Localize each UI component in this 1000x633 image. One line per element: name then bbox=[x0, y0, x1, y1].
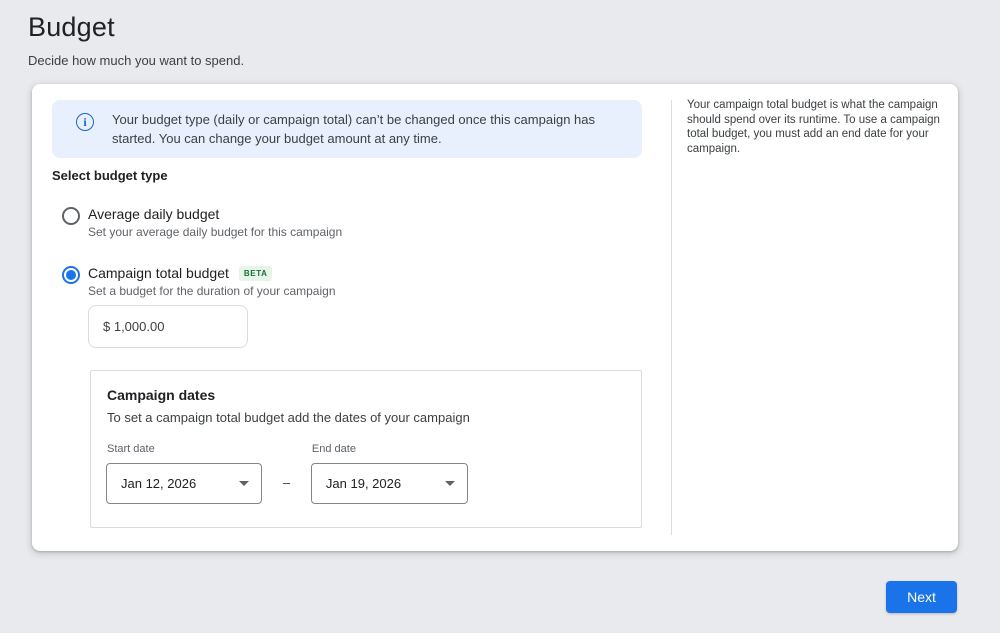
help-panel: Your campaign total budget is what the c… bbox=[687, 98, 953, 156]
radio-option-description: Set a budget for the duration of your ca… bbox=[88, 284, 336, 299]
beta-badge: BETA bbox=[239, 266, 273, 281]
dropdown-arrow-icon bbox=[445, 481, 455, 486]
campaign-dates-description: To set a campaign total budget add the d… bbox=[107, 410, 625, 425]
page-title: Budget bbox=[28, 12, 244, 43]
campaign-dates-fields: Start date Jan 12, 2026 – End date Jan 1… bbox=[106, 443, 625, 504]
end-date-select[interactable]: Jan 19, 2026 bbox=[311, 463, 468, 504]
dropdown-arrow-icon bbox=[239, 481, 249, 486]
end-date-field: End date Jan 19, 2026 bbox=[311, 443, 468, 504]
radio-option-label: Average daily budget bbox=[88, 206, 219, 223]
help-panel-text: Your campaign total budget is what the c… bbox=[687, 98, 953, 156]
campaign-dates-heading: Campaign dates bbox=[107, 387, 625, 403]
page-subtitle: Decide how much you want to spend. bbox=[28, 53, 244, 68]
info-banner: i Your budget type (daily or campaign to… bbox=[52, 100, 642, 158]
budget-card: i Your budget type (daily or campaign to… bbox=[32, 84, 958, 551]
campaign-dates-card: Campaign dates To set a campaign total b… bbox=[90, 370, 642, 528]
page-header: Budget Decide how much you want to spend… bbox=[28, 12, 244, 68]
start-date-field: Start date Jan 12, 2026 bbox=[106, 443, 262, 504]
radio-option-campaign-total-budget[interactable]: Campaign total budget BETA Set a budget … bbox=[62, 265, 336, 299]
radio-selected-icon[interactable] bbox=[62, 266, 80, 284]
budget-type-heading: Select budget type bbox=[52, 168, 168, 183]
radio-option-text: Campaign total budget BETA Set a budget … bbox=[88, 265, 336, 299]
start-date-select[interactable]: Jan 12, 2026 bbox=[106, 463, 262, 504]
end-date-value: Jan 19, 2026 bbox=[326, 476, 445, 491]
radio-option-average-daily-budget[interactable]: Average daily budget Set your average da… bbox=[62, 206, 342, 240]
info-icon: i bbox=[76, 113, 94, 131]
help-panel-divider bbox=[671, 100, 672, 535]
start-date-value: Jan 12, 2026 bbox=[121, 476, 239, 491]
radio-dot bbox=[66, 270, 76, 280]
radio-option-description: Set your average daily budget for this c… bbox=[88, 225, 342, 240]
radio-option-label: Campaign total budget bbox=[88, 265, 229, 282]
info-banner-text: Your budget type (daily or campaign tota… bbox=[112, 110, 622, 148]
radio-option-text: Average daily budget Set your average da… bbox=[88, 206, 342, 240]
date-range-separator: – bbox=[266, 475, 306, 490]
next-button[interactable]: Next bbox=[886, 581, 957, 613]
budget-amount-input[interactable] bbox=[88, 305, 248, 348]
end-date-label: End date bbox=[312, 443, 468, 455]
start-date-label: Start date bbox=[107, 443, 262, 455]
radio-unselected-icon[interactable] bbox=[62, 207, 80, 225]
